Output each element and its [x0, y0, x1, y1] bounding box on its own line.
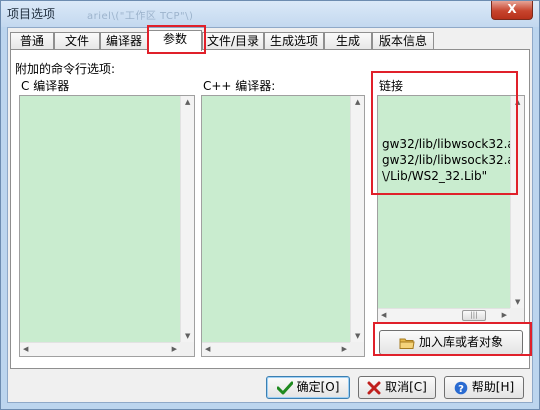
scroll-up-icon[interactable]: ▲ [355, 98, 360, 106]
scroll-left-icon[interactable]: ◀ [205, 345, 210, 353]
horizontal-scrollbar[interactable]: ◀ ▶ [202, 342, 350, 356]
vertical-scrollbar[interactable]: ▲ ▼ [350, 96, 364, 342]
tab-label: 版本信息 [378, 34, 427, 48]
tab-label: 文件/目录 [206, 34, 260, 48]
c-compiler-label: C 编译器 [21, 79, 70, 93]
scroll-right-icon[interactable]: ▶ [502, 311, 507, 319]
tab-label: 参数 [162, 32, 187, 46]
scrollbar-corner [510, 308, 524, 322]
parameters-panel: 附加的命令行选项: C 编译器 ▲ ▼ ◀ ▶ C++ 编译器: ▲ ▼ ◀ ▶… [10, 49, 530, 369]
c-compiler-options-field[interactable]: ▲ ▼ ◀ ▶ [19, 95, 195, 357]
vertical-scrollbar[interactable]: ▲ ▼ [180, 96, 194, 342]
help-button[interactable]: ? 帮助[H] [444, 376, 524, 399]
title-bar[interactable]: 项目选项 ariel\("工作区 TCP"\) X [1, 1, 539, 27]
x-icon [367, 381, 381, 394]
vertical-scrollbar[interactable]: ▲ ▼ [510, 96, 524, 308]
add-library-label: 加入库或者对象 [418, 335, 503, 349]
tab-build[interactable]: 生成 [324, 32, 372, 50]
tab-label: 编译器 [105, 34, 142, 48]
tab-label: 普通 [19, 34, 44, 48]
tab-label: 生成选项 [269, 34, 318, 48]
title-ghost-text: ariel\("工作区 TCP"\) [87, 11, 194, 22]
project-options-window: 项目选项 ariel\("工作区 TCP"\) X 普通 文件 编译器 参数 文… [0, 0, 540, 410]
tab-compiler[interactable]: 编译器 [100, 32, 148, 50]
scroll-left-icon[interactable]: ◀ [381, 311, 386, 319]
window-title: 项目选项 [7, 7, 56, 21]
scrollbar-corner [180, 342, 194, 356]
help-label: 帮助[H] [471, 380, 515, 394]
tab-directories[interactable]: 文件/目录 [202, 32, 264, 50]
scrollbar-corner [350, 342, 364, 356]
scroll-right-icon[interactable]: ▶ [172, 345, 177, 353]
tab-files[interactable]: 文件 [54, 32, 100, 50]
scroll-down-icon[interactable]: ▼ [185, 332, 190, 340]
horizontal-scrollbar[interactable]: ◀ ||| ▶ [378, 308, 510, 322]
panel-caption: 附加的命令行选项: [15, 62, 116, 76]
tab-strip: 普通 文件 编译器 参数 文件/目录 生成选项 生成 版本信息 [8, 30, 534, 51]
help-icon: ? [454, 381, 468, 395]
ok-label: 确定[O] [296, 380, 340, 394]
horizontal-scrollbar[interactable]: ◀ ▶ [20, 342, 180, 356]
scroll-down-icon[interactable]: ▼ [515, 298, 520, 306]
linker-options-field[interactable]: gw32/lib/libwsock32.a gw32/lib/libwsock32… [377, 95, 525, 323]
add-library-button[interactable]: 加入库或者对象 [379, 330, 523, 355]
scroll-right-icon[interactable]: ▶ [342, 345, 347, 353]
tab-label: 生成 [335, 34, 360, 48]
scroll-thumb[interactable]: ||| [462, 310, 486, 321]
scroll-down-icon[interactable]: ▼ [355, 332, 360, 340]
tab-version-info[interactable]: 版本信息 [372, 32, 434, 50]
tab-general[interactable]: 普通 [10, 32, 54, 50]
cpp-compiler-options-field[interactable]: ▲ ▼ ◀ ▶ [201, 95, 365, 357]
close-button[interactable]: X [491, 1, 533, 20]
checkmark-icon [276, 381, 293, 394]
tab-parameters[interactable]: 参数 [148, 30, 202, 51]
folder-icon [399, 338, 415, 349]
tab-label: 文件 [64, 34, 89, 48]
cpp-compiler-label: C++ 编译器: [203, 79, 276, 93]
tab-build-options[interactable]: 生成选项 [264, 32, 324, 50]
ok-button[interactable]: 确定[O] [266, 376, 350, 399]
scroll-up-icon[interactable]: ▲ [515, 98, 520, 106]
cancel-button[interactable]: 取消[C] [358, 376, 436, 399]
dialog-client: 普通 文件 编译器 参数 文件/目录 生成选项 生成 版本信息 附加的命令行选项… [7, 25, 534, 403]
scroll-up-icon[interactable]: ▲ [185, 98, 190, 106]
close-icon: X [507, 2, 517, 16]
svg-text:?: ? [458, 384, 464, 395]
scroll-left-icon[interactable]: ◀ [23, 345, 28, 353]
cancel-label: 取消[C] [385, 380, 427, 394]
linker-label: 链接 [379, 79, 404, 93]
